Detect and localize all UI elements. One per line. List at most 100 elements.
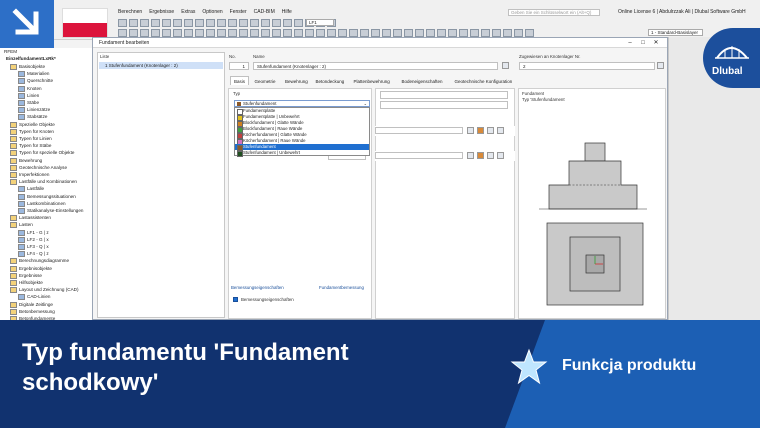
type-option[interactable]: Stufenfundament | Unbewehrt bbox=[235, 150, 369, 157]
toolbar-button-icon[interactable] bbox=[404, 29, 413, 37]
toolbar-button-icon[interactable] bbox=[393, 29, 402, 37]
navigator-item[interactable]: Materialien bbox=[18, 71, 49, 78]
navigator-item[interactable]: LF3 - Q | x bbox=[18, 244, 49, 250]
menu-item[interactable]: Optionen bbox=[202, 9, 222, 17]
section-library-button[interactable] bbox=[477, 152, 484, 159]
navigator-item[interactable]: Ergebnisse bbox=[10, 272, 42, 279]
section-edit-button[interactable] bbox=[467, 152, 474, 159]
toolbar-button-icon[interactable] bbox=[272, 29, 281, 37]
toolbar-button-icon[interactable] bbox=[360, 29, 369, 37]
toolbar-button-icon[interactable] bbox=[525, 29, 534, 37]
navigator-item[interactable]: Geotechnische Analyse bbox=[10, 164, 67, 171]
navigator-item[interactable]: Lastfälle und Kombinationen bbox=[10, 179, 77, 186]
toolbar-button-icon[interactable] bbox=[437, 29, 446, 37]
navigator-item[interactable]: Knoten bbox=[18, 85, 42, 92]
edit-name-button[interactable] bbox=[502, 62, 509, 69]
select-nodal-support-button[interactable] bbox=[657, 62, 664, 69]
tab-2[interactable]: Bewehrung bbox=[281, 76, 312, 85]
material-info-button[interactable] bbox=[497, 127, 504, 134]
navigator-item[interactable]: Typen für Stäbe bbox=[10, 143, 51, 150]
material-combo[interactable] bbox=[375, 127, 463, 134]
list-item[interactable]: 1 Stufenfundament (Knotenlager : 2) bbox=[99, 62, 223, 69]
navigator-item[interactable]: CAD-Linien bbox=[18, 294, 51, 301]
toolbar-button-icon[interactable] bbox=[459, 29, 468, 37]
toolbar-button-icon[interactable] bbox=[415, 29, 424, 37]
navigator-item[interactable]: Bemessungssituationen bbox=[18, 193, 76, 200]
toolbar-button-icon[interactable] bbox=[184, 29, 193, 37]
toolbar-button-icon[interactable] bbox=[239, 19, 248, 27]
toolbar-button-icon[interactable] bbox=[206, 29, 215, 37]
assigned-field[interactable]: 2 bbox=[519, 62, 655, 70]
navigator-item[interactable]: Bewehrung bbox=[10, 157, 42, 164]
toolbar-button-icon[interactable] bbox=[228, 29, 237, 37]
toolbar-button-icon[interactable] bbox=[316, 29, 325, 37]
toolbar-button-icon[interactable] bbox=[140, 19, 149, 27]
menu-item[interactable]: Fenster bbox=[230, 9, 247, 17]
menu-item[interactable]: Berechnen bbox=[118, 9, 142, 17]
toolbar-button-icon[interactable] bbox=[195, 19, 204, 27]
toolbar-button-icon[interactable] bbox=[426, 29, 435, 37]
tab-1[interactable]: Geometrie bbox=[251, 76, 280, 85]
toolbar-button-icon[interactable] bbox=[217, 19, 226, 27]
maximize-button[interactable]: □ bbox=[638, 39, 648, 47]
toolbar-button-icon[interactable] bbox=[261, 19, 270, 27]
toolbar-button-icon[interactable] bbox=[481, 29, 490, 37]
toolbar-button-icon[interactable] bbox=[382, 29, 391, 37]
toolbar-button-icon[interactable] bbox=[151, 19, 160, 27]
toolbar-button-icon[interactable] bbox=[470, 29, 479, 37]
toolbar-button-icon[interactable] bbox=[371, 29, 380, 37]
navigator-item[interactable]: Stabsätze bbox=[18, 114, 47, 121]
toolbar-button-icon[interactable] bbox=[349, 29, 358, 37]
design-props-checkbox[interactable] bbox=[233, 297, 238, 302]
toolbar-button-icon[interactable] bbox=[118, 19, 127, 27]
toolbar-button-icon[interactable] bbox=[294, 19, 303, 27]
toolbar-button-icon[interactable] bbox=[250, 29, 259, 37]
navigator-item[interactable]: Lasten bbox=[10, 222, 33, 229]
navigator-item[interactable]: Spezielle Objekte bbox=[10, 121, 55, 128]
toolbar-button-icon[interactable] bbox=[118, 29, 127, 37]
name-field[interactable]: Stufenfundament (Knotenlager : 2) bbox=[253, 62, 498, 70]
navigator-item[interactable]: Lastfälle bbox=[18, 186, 44, 193]
toolbar-button-icon[interactable] bbox=[140, 29, 149, 37]
toolbar-button-icon[interactable] bbox=[162, 29, 171, 37]
toolbar-button-icon[interactable] bbox=[514, 29, 523, 37]
toolbar-button-icon[interactable] bbox=[294, 29, 303, 37]
menu-item[interactable]: Hilfe bbox=[282, 9, 292, 17]
navigator-item[interactable]: LF2 - G | x bbox=[18, 236, 49, 243]
navigator-item[interactable]: Statikanalyse-Einstellungen bbox=[18, 208, 83, 214]
navigator-item[interactable]: Berechnungsdiagramme bbox=[10, 258, 69, 265]
navigator-item[interactable]: Layout und Zeichnung (CAD) bbox=[10, 287, 79, 294]
search-input[interactable]: Geben Sie ein Schlüsselwort ein (Alt+Q) bbox=[508, 9, 600, 16]
close-button[interactable]: ✕ bbox=[651, 39, 661, 47]
navigator-item[interactable]: Digitale Zeitlinge bbox=[10, 301, 53, 308]
material-edit-button[interactable] bbox=[467, 127, 474, 134]
toolbar-button-icon[interactable] bbox=[173, 19, 182, 27]
toolbar-button-icon[interactable] bbox=[283, 29, 292, 37]
navigator-project[interactable]: EinzelfundamentLxRk* bbox=[6, 56, 56, 62]
tab-3[interactable]: Betondeckung bbox=[312, 76, 349, 85]
tab-0[interactable]: Basis bbox=[230, 76, 250, 85]
navigator-item[interactable]: LF1 - G | z bbox=[18, 229, 49, 236]
navigator-item[interactable]: Typen für Linien bbox=[10, 136, 52, 142]
material-new-button[interactable] bbox=[487, 127, 494, 134]
navigator-item[interactable]: Linienzätze bbox=[18, 107, 50, 114]
toolbar-button-icon[interactable] bbox=[448, 29, 457, 37]
navigator-item[interactable]: LF4 - Q | z bbox=[18, 251, 49, 258]
toolbar-button-icon[interactable] bbox=[228, 19, 237, 27]
minimize-button[interactable]: – bbox=[625, 39, 635, 47]
toolbar-button-icon[interactable] bbox=[261, 29, 270, 37]
tab-5[interactable]: Bodeneigenschaften bbox=[398, 76, 447, 85]
section-info-button[interactable] bbox=[497, 152, 504, 159]
section-combo[interactable] bbox=[375, 152, 463, 159]
loadcase-combo[interactable]: LF1 bbox=[306, 19, 334, 26]
toolbar-button-icon[interactable] bbox=[250, 19, 259, 27]
navigator-item[interactable]: Imperfektionen bbox=[10, 172, 49, 178]
no-field[interactable]: 1 bbox=[229, 62, 249, 70]
toolbar-button-icon[interactable] bbox=[283, 19, 292, 27]
toolbar-button-icon[interactable] bbox=[151, 29, 160, 37]
navigator-item[interactable]: Basisobjekte bbox=[10, 64, 45, 70]
toolbar-button-icon[interactable] bbox=[129, 29, 138, 37]
toolbar-button-icon[interactable] bbox=[162, 19, 171, 27]
type-dropdown[interactable]: Stufenfundament ⌄ bbox=[234, 100, 370, 107]
toolbar-button-icon[interactable] bbox=[195, 29, 204, 37]
